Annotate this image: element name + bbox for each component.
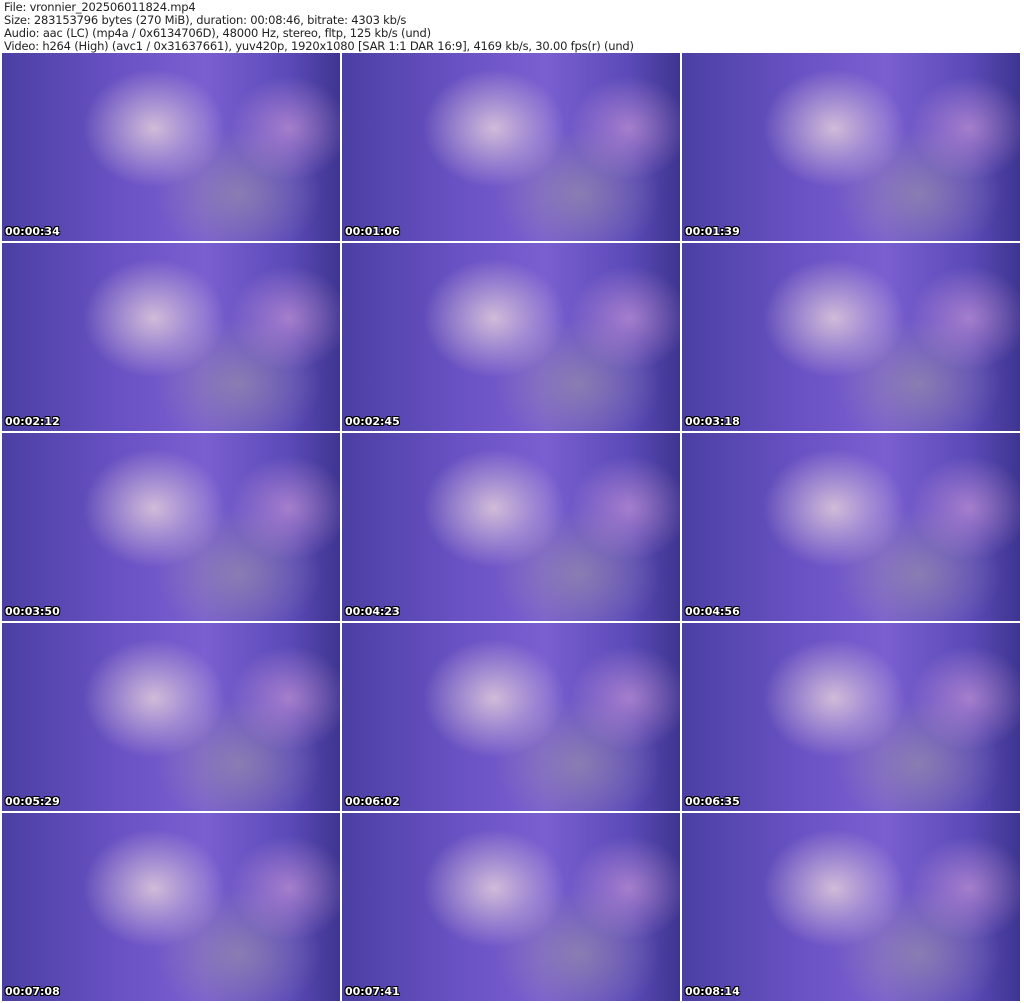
thumbnail-timestamp: 00:03:50 [5, 605, 60, 618]
thumbnail-timestamp: 00:01:06 [345, 225, 400, 238]
thumbnail-timestamp: 00:03:18 [685, 415, 740, 428]
thumbnail-timestamp: 00:06:35 [685, 795, 740, 808]
video-thumbnail: 00:02:12 [2, 243, 340, 431]
file-info-header: File: vronnier_202506011824.mp4 Size: 28… [4, 1, 634, 53]
thumbnail-timestamp: 00:05:29 [5, 795, 60, 808]
video-thumbnail: 00:01:06 [342, 53, 680, 241]
thumbnail-timestamp: 00:00:34 [5, 225, 60, 238]
video-thumbnail: 00:04:56 [682, 433, 1020, 621]
thumbnail-timestamp: 00:04:56 [685, 605, 740, 618]
thumbnail-timestamp: 00:06:02 [345, 795, 400, 808]
thumbnail-timestamp: 00:04:23 [345, 605, 400, 618]
video-thumbnail: 00:07:08 [2, 813, 340, 1001]
thumbnail-timestamp: 00:01:39 [685, 225, 740, 238]
video-thumbnail: 00:02:45 [342, 243, 680, 431]
video-thumbnail: 00:06:02 [342, 623, 680, 811]
thumbnail-timestamp: 00:07:08 [5, 985, 60, 998]
video-thumbnail: 00:06:35 [682, 623, 1020, 811]
video-thumbnail: 00:08:14 [682, 813, 1020, 1001]
thumbnail-timestamp: 00:08:14 [685, 985, 740, 998]
video-thumbnail: 00:03:18 [682, 243, 1020, 431]
video-info: Video: h264 (High) (avc1 / 0x31637661), … [4, 39, 634, 53]
video-thumbnail: 00:04:23 [342, 433, 680, 621]
video-thumbnail: 00:00:34 [2, 53, 340, 241]
thumbnail-timestamp: 00:02:45 [345, 415, 400, 428]
video-thumbnail: 00:07:41 [342, 813, 680, 1001]
thumbnail-timestamp: 00:07:41 [345, 985, 400, 998]
thumbnail-timestamp: 00:02:12 [5, 415, 60, 428]
thumbnail-grid: 00:00:34 00:01:06 00:01:39 00:02:12 00:02:45… [2, 53, 1020, 1001]
video-thumbnail: 00:05:29 [2, 623, 340, 811]
video-thumbnail: 00:01:39 [682, 53, 1020, 241]
video-thumbnail: 00:03:50 [2, 433, 340, 621]
